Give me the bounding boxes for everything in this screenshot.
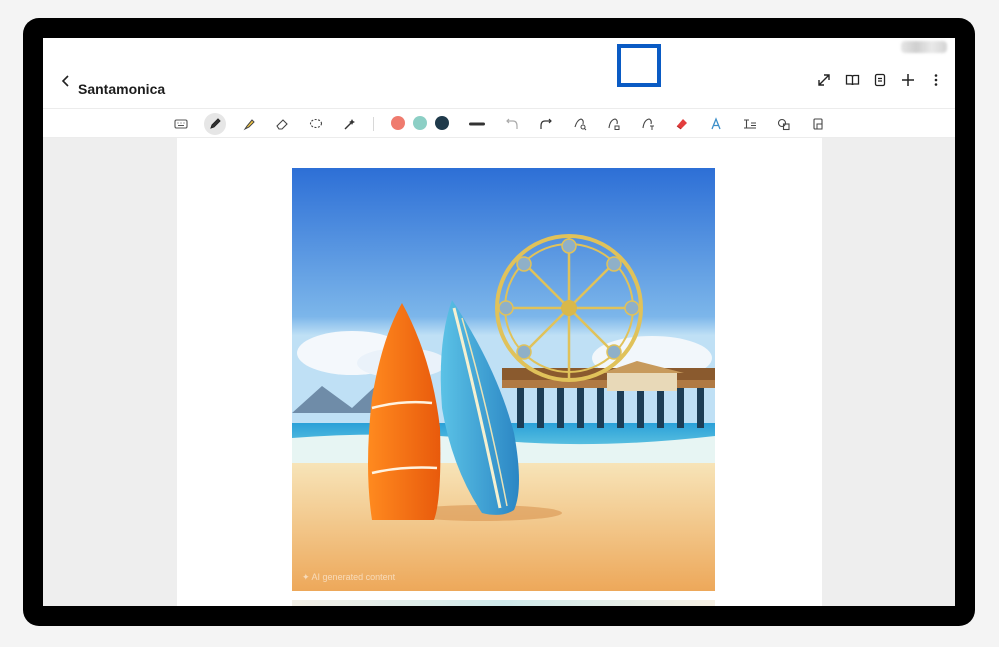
magic-icon[interactable] xyxy=(339,113,361,135)
highlighter-icon[interactable] xyxy=(238,113,260,135)
status-icons-blurred xyxy=(901,41,947,53)
color-swatch-teal[interactable] xyxy=(413,116,427,130)
pen-search-icon[interactable] xyxy=(569,113,591,135)
note-canvas[interactable]: ✦ AI generated content xyxy=(43,138,955,606)
device-frame: Santamonica ✦ AI generated content xyxy=(23,18,975,626)
note-page[interactable]: ✦ AI generated content xyxy=(177,138,822,606)
page-list-icon[interactable] xyxy=(869,69,891,91)
plus-icon[interactable] xyxy=(897,69,919,91)
lasso-icon[interactable] xyxy=(305,113,327,135)
book-icon[interactable] xyxy=(841,69,863,91)
line-width-icon[interactable] xyxy=(466,113,488,135)
beach-surfboards-ferris-wheel-image[interactable]: ✦ AI generated content xyxy=(292,168,715,591)
pen-icon[interactable] xyxy=(204,113,226,135)
lock-icon[interactable] xyxy=(807,113,829,135)
note-header: Santamonica xyxy=(43,56,955,108)
chevron-left-icon[interactable] xyxy=(53,68,79,94)
status-bar xyxy=(43,38,955,56)
color-swatch-coral[interactable] xyxy=(391,116,405,130)
red-eraser-icon[interactable] xyxy=(671,113,693,135)
note-title: Santamonica xyxy=(78,81,166,97)
next-image-preview xyxy=(292,600,715,606)
shape-lock-icon[interactable] xyxy=(603,113,625,135)
app-screen: Santamonica ✦ AI generated content xyxy=(43,38,955,606)
color-swatch-navy[interactable] xyxy=(435,116,449,130)
redo-icon[interactable] xyxy=(535,113,557,135)
expand-icon[interactable] xyxy=(813,69,835,91)
text-style-icon[interactable] xyxy=(705,113,727,135)
shape-text-icon[interactable] xyxy=(637,113,659,135)
svg-text:✦ AI generated content: ✦ AI generated content xyxy=(302,572,396,582)
shapes-icon[interactable] xyxy=(773,113,795,135)
drawing-toolbar xyxy=(43,108,955,138)
undo-icon[interactable] xyxy=(501,113,523,135)
toolbar-separator xyxy=(373,117,374,131)
eraser-icon[interactable] xyxy=(271,113,293,135)
keyboard-icon[interactable] xyxy=(170,113,192,135)
text-box-icon[interactable] xyxy=(739,113,761,135)
more-vertical-icon[interactable] xyxy=(925,69,947,91)
